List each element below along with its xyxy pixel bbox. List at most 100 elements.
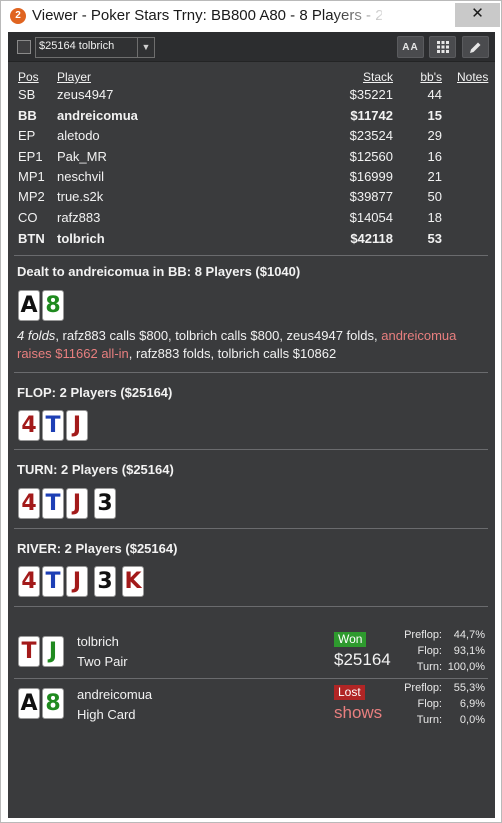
close-button[interactable]: ✕: [455, 3, 500, 27]
divider: [14, 528, 488, 529]
card-rank: 8: [45, 691, 61, 716]
board-card: J: [66, 488, 88, 519]
won-badge: Won: [334, 632, 367, 647]
hole-card-1: A: [18, 290, 40, 321]
grid-icon: [436, 41, 449, 53]
board-card: T: [42, 566, 64, 597]
toolbar: $25164 tolbrich ▼ AA: [8, 32, 495, 62]
card-rank: J: [72, 491, 82, 516]
pencil-icon: [470, 42, 481, 53]
chevron-down-icon[interactable]: ▼: [137, 38, 154, 57]
col-header-bbs[interactable]: bb's: [408, 70, 442, 84]
row-player: zeus4947: [57, 87, 114, 102]
grid-button[interactable]: [429, 36, 456, 58]
shows-label: shows: [334, 703, 383, 722]
font-size-button[interactable]: AA: [397, 36, 424, 58]
showdown-card: A: [18, 688, 40, 719]
row-player: andreicomua: [57, 108, 138, 123]
card-rank: J: [72, 413, 82, 438]
app-logo-icon: 2: [10, 8, 26, 24]
row-stack: $23524: [349, 128, 393, 143]
showdown-card: T: [18, 636, 40, 667]
col-header-stack[interactable]: Stack: [338, 70, 393, 84]
board-card: K: [122, 566, 144, 597]
row-player: true.s2k: [57, 189, 104, 204]
showdown-player: andreicomua: [77, 687, 153, 702]
divider: [14, 255, 488, 256]
row-player: aletodo: [57, 128, 100, 143]
equity-value: 55,3%: [453, 682, 485, 694]
hero-name: andreicomua: [381, 328, 457, 343]
row-pos: CO: [18, 210, 38, 225]
row-pos: MP2: [18, 189, 45, 204]
equity-label: Turn:: [416, 714, 442, 726]
showdown-card: 8: [42, 688, 64, 719]
card-rank: J: [72, 569, 82, 594]
row-stack: $11742: [350, 108, 393, 123]
card-rank: 4: [21, 491, 37, 516]
row-pos: BB: [18, 108, 37, 123]
equity-value: 93,1%: [453, 645, 485, 657]
board-card: T: [42, 488, 64, 519]
row-player: neschvil: [57, 169, 104, 184]
flop-title: FLOP: 2 Players ($25164): [17, 385, 173, 400]
card-rank: T: [45, 413, 61, 438]
board-card: J: [66, 410, 88, 441]
hand-filter-select[interactable]: $25164 tolbrich ▼: [35, 37, 155, 58]
row-bbs: 29: [427, 128, 442, 143]
row-player: Pak_MR: [57, 149, 107, 164]
divider: [14, 449, 488, 450]
equity-label: Preflop:: [404, 682, 442, 694]
row-stack: $42118: [350, 231, 393, 246]
equity-label: Flop:: [417, 698, 442, 710]
preflop-title: Dealt to andreicomua in BB: 8 Players ($…: [17, 264, 301, 279]
card-rank: 4: [21, 413, 37, 438]
title-bar[interactable]: 2 Viewer - Poker Stars Trny: BB800 A80 -…: [1, 1, 501, 32]
hand-filter-value: $25164 tolbrich: [39, 40, 115, 52]
col-header-player[interactable]: Player: [57, 70, 91, 84]
row-stack: $39877: [349, 189, 393, 204]
preflop-actions: 4 folds, rafz883 calls $800, tolbrich ca…: [17, 327, 487, 363]
row-bbs: 16: [427, 149, 442, 164]
equity-label: Turn:: [416, 661, 442, 673]
lost-badge: Lost: [334, 685, 365, 700]
board-card: 4: [18, 488, 40, 519]
turn-title: TURN: 2 Players ($25164): [17, 462, 174, 477]
font-size-icon: AA: [402, 42, 419, 53]
row-pos: SB: [18, 87, 36, 102]
row-pos: EP1: [18, 149, 43, 164]
row-bbs: 50: [427, 189, 442, 204]
edit-button[interactable]: [462, 36, 489, 58]
card-rank: T: [45, 491, 61, 516]
card-rank: 4: [21, 569, 37, 594]
row-bbs: 15: [427, 108, 442, 123]
card-rank: T: [21, 639, 37, 664]
action-folds: 4 folds: [17, 328, 56, 343]
card-rank: A: [20, 293, 38, 318]
equity-value: 100,0%: [447, 661, 485, 673]
hole-card-2: 8: [42, 290, 64, 321]
divider: [14, 678, 488, 679]
viewer-window: 2 Viewer - Poker Stars Trny: BB800 A80 -…: [0, 0, 502, 823]
showdown-player: tolbrich: [77, 634, 119, 649]
card-rank: J: [48, 639, 58, 664]
board-card: 4: [18, 410, 40, 441]
action-text: , rafz883 folds, tolbrich calls $10862: [128, 346, 337, 361]
action-text: , rafz883 calls $800, tolbrich calls $80…: [55, 328, 382, 343]
select-checkbox[interactable]: [17, 40, 31, 54]
col-header-pos[interactable]: Pos: [18, 70, 39, 84]
board-card: 4: [18, 566, 40, 597]
row-bbs: 44: [427, 87, 442, 102]
equity-value: 0,0%: [459, 714, 485, 726]
board-card: J: [66, 566, 88, 597]
col-header-notes[interactable]: Notes: [457, 70, 488, 84]
card-rank: K: [124, 569, 142, 594]
card-rank: 3: [97, 569, 113, 594]
equity-label: Flop:: [417, 645, 442, 657]
card-rank: 3: [97, 491, 113, 516]
river-title: RIVER: 2 Players ($25164): [17, 541, 178, 556]
row-bbs: 18: [427, 210, 442, 225]
board-card: 3: [94, 488, 116, 519]
showdown-hand: Two Pair: [77, 654, 128, 669]
hero-action: raises $11662 all-in: [17, 346, 129, 361]
